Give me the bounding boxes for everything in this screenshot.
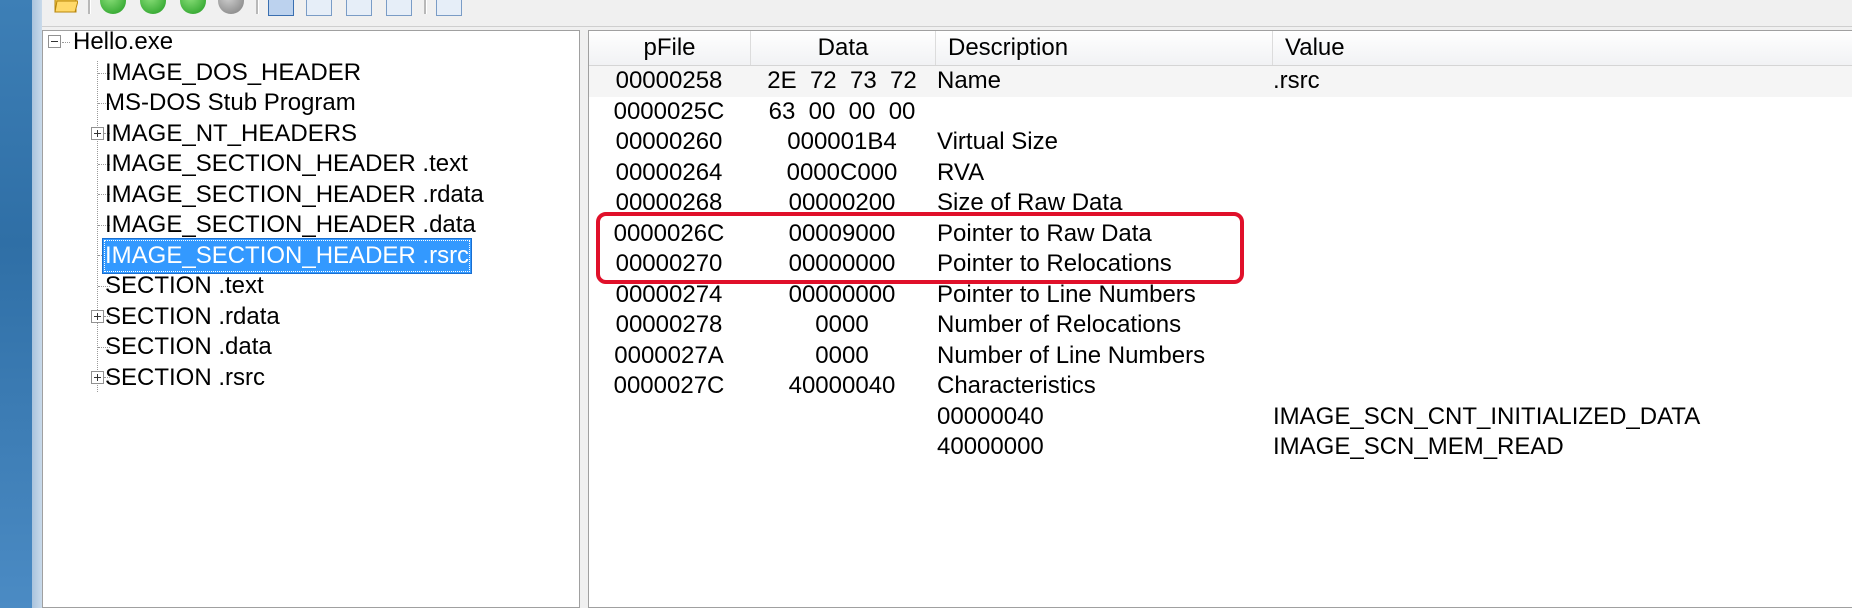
view-box-icon[interactable]	[386, 0, 412, 16]
green-forward-icon[interactable]	[140, 0, 166, 14]
tree-item-label: SECTION .rsrc	[105, 364, 265, 391]
column-header-value[interactable]: Value	[1273, 31, 1852, 65]
cell-description: 40000000	[937, 433, 1044, 460]
tree-item-section-header-rsrc[interactable]: IMAGE_SECTION_HEADER .rsrc	[103, 239, 472, 273]
tree-view[interactable]: Hello.exe IMAGE_DOS_HEADER MS-DOS Stub P…	[42, 28, 580, 608]
tree-root-label: Hello.exe	[73, 28, 174, 55]
tree-connector	[97, 61, 98, 392]
folder-open-icon[interactable]	[54, 0, 78, 14]
toolbar	[42, 0, 1852, 27]
cell-pfile: 0000025C	[613, 97, 725, 125]
collapse-root-icon[interactable]	[48, 35, 61, 48]
tree-item-label: SECTION .rdata	[105, 303, 280, 330]
window-frame	[32, 0, 42, 608]
pane-splitter[interactable]	[580, 30, 588, 608]
list-header: pFile Data Description Value	[589, 31, 1852, 66]
tree-item-label: MS-DOS Stub Program	[105, 89, 356, 116]
cell-description: Pointer to Line Numbers	[937, 280, 1196, 308]
cell-data: 63 00 00 00	[768, 97, 916, 125]
table-row[interactable]: 0000027A 0000 Number of Line Numbers	[589, 341, 1852, 372]
cell-data: 2E 72 73 72	[767, 67, 917, 94]
detail-list-view[interactable]: pFile Data Description Value 00000258 2E …	[588, 30, 1852, 608]
view-box-icon[interactable]	[306, 0, 332, 16]
column-header-label: Data	[817, 34, 869, 61]
cell-pfile: 0000027C	[613, 372, 725, 399]
tree-item-label: IMAGE_SECTION_HEADER .data	[105, 211, 476, 238]
green-back-icon[interactable]	[180, 0, 206, 14]
tree-item-label: IMAGE_SECTION_HEADER .text	[105, 150, 468, 177]
table-row[interactable]: 00000278 0000 Number of Relocations	[589, 310, 1852, 341]
column-header-label: Description	[948, 34, 1069, 61]
annotation-highlight-box	[596, 212, 1244, 284]
table-row[interactable]: 40000000 IMAGE_SCN_MEM_READ	[589, 432, 1852, 463]
tree-item-section-rdata[interactable]: SECTION .rdata	[103, 300, 282, 334]
table-row[interactable]: 0000027C 40000040 Characteristics	[589, 371, 1852, 402]
tree-item-section-header-rdata[interactable]: IMAGE_SECTION_HEADER .rdata	[103, 178, 486, 212]
cell-data: 0000	[815, 341, 869, 369]
cell-pfile: 00000274	[615, 280, 723, 308]
tree-item-section-text[interactable]: SECTION .text	[103, 269, 266, 303]
cell-description: Number of Relocations	[937, 311, 1182, 338]
gray-stop-icon[interactable]	[218, 0, 244, 14]
cell-description: 00000040	[937, 402, 1044, 430]
tree-item-label: IMAGE_SECTION_HEADER .rdata	[105, 181, 484, 208]
toolbar-separator	[424, 0, 427, 14]
cell-description: Name	[937, 67, 1002, 94]
tree-item-label: IMAGE_DOS_HEADER	[105, 59, 362, 86]
table-row[interactable]: 00000260 000001B4 Virtual Size	[589, 127, 1852, 158]
cell-description: RVA	[937, 158, 985, 186]
table-row[interactable]: 00000264 0000C000 RVA	[589, 158, 1852, 189]
cell-pfile: 00000260	[615, 128, 723, 155]
column-header-pfile[interactable]: pFile	[589, 31, 751, 65]
column-header-description[interactable]: Description	[936, 31, 1273, 65]
tree-item-section-data[interactable]: SECTION .data	[103, 330, 274, 364]
table-row[interactable]: 00000040 IMAGE_SCN_CNT_INITIALIZED_DATA	[589, 402, 1852, 433]
cell-data: 0000	[815, 311, 869, 338]
cell-value: IMAGE_SCN_MEM_READ	[1273, 433, 1564, 460]
tree-root-hello-exe[interactable]: Hello.exe	[71, 25, 175, 59]
tree-item-label: SECTION .data	[105, 333, 272, 360]
green-go-icon[interactable]	[100, 0, 126, 14]
table-row[interactable]: 0000025C 63 00 00 00	[589, 97, 1852, 128]
cell-data: 40000040	[788, 372, 896, 399]
cell-pfile: 00000258	[615, 67, 723, 94]
cell-value: .rsrc	[1273, 67, 1320, 94]
cell-description: Virtual Size	[937, 128, 1058, 155]
cell-description: Characteristics	[937, 372, 1096, 399]
tree-item-section-rsrc[interactable]: SECTION .rsrc	[103, 361, 267, 395]
column-header-label: pFile	[643, 34, 696, 61]
tree-item-label: IMAGE_SECTION_HEADER .rsrc	[103, 239, 472, 273]
cell-value: IMAGE_SCN_CNT_INITIALIZED_DATA	[1273, 402, 1701, 430]
cell-data: 00000000	[788, 280, 896, 308]
tree-connector	[62, 42, 70, 43]
tree-item-section-header-data[interactable]: IMAGE_SECTION_HEADER .data	[103, 208, 478, 242]
cell-pfile: 00000264	[615, 158, 723, 186]
view-box-icon[interactable]	[346, 0, 372, 16]
cell-pfile: 0000027A	[614, 341, 724, 369]
tree-item-section-header-text[interactable]: IMAGE_SECTION_HEADER .text	[103, 147, 470, 181]
cell-pfile: 00000278	[615, 311, 723, 338]
table-row[interactable]: 00000258 2E 72 73 72 Name .rsrc	[589, 66, 1852, 97]
tree-item-label: SECTION .text	[105, 272, 264, 299]
table-row[interactable]: 00000274 00000000 Pointer to Line Numbers	[589, 280, 1852, 311]
toolbar-separator	[88, 0, 91, 14]
tree-item-nt-headers[interactable]: IMAGE_NT_HEADERS	[103, 117, 359, 151]
cell-data: 000001B4	[787, 128, 897, 155]
view-box-icon[interactable]	[436, 0, 462, 16]
view-box-icon[interactable]	[268, 0, 294, 16]
tree-item-dos-stub[interactable]: MS-DOS Stub Program	[103, 86, 358, 120]
cell-data: 0000C000	[786, 158, 898, 186]
column-header-data[interactable]: Data	[751, 31, 936, 65]
cell-description: Number of Line Numbers	[937, 341, 1206, 369]
desktop-edge	[0, 0, 32, 608]
column-header-label: Value	[1285, 34, 1345, 61]
toolbar-separator	[256, 0, 259, 14]
tree-item-label: IMAGE_NT_HEADERS	[105, 120, 358, 147]
tree-item-dos-header[interactable]: IMAGE_DOS_HEADER	[103, 56, 363, 90]
